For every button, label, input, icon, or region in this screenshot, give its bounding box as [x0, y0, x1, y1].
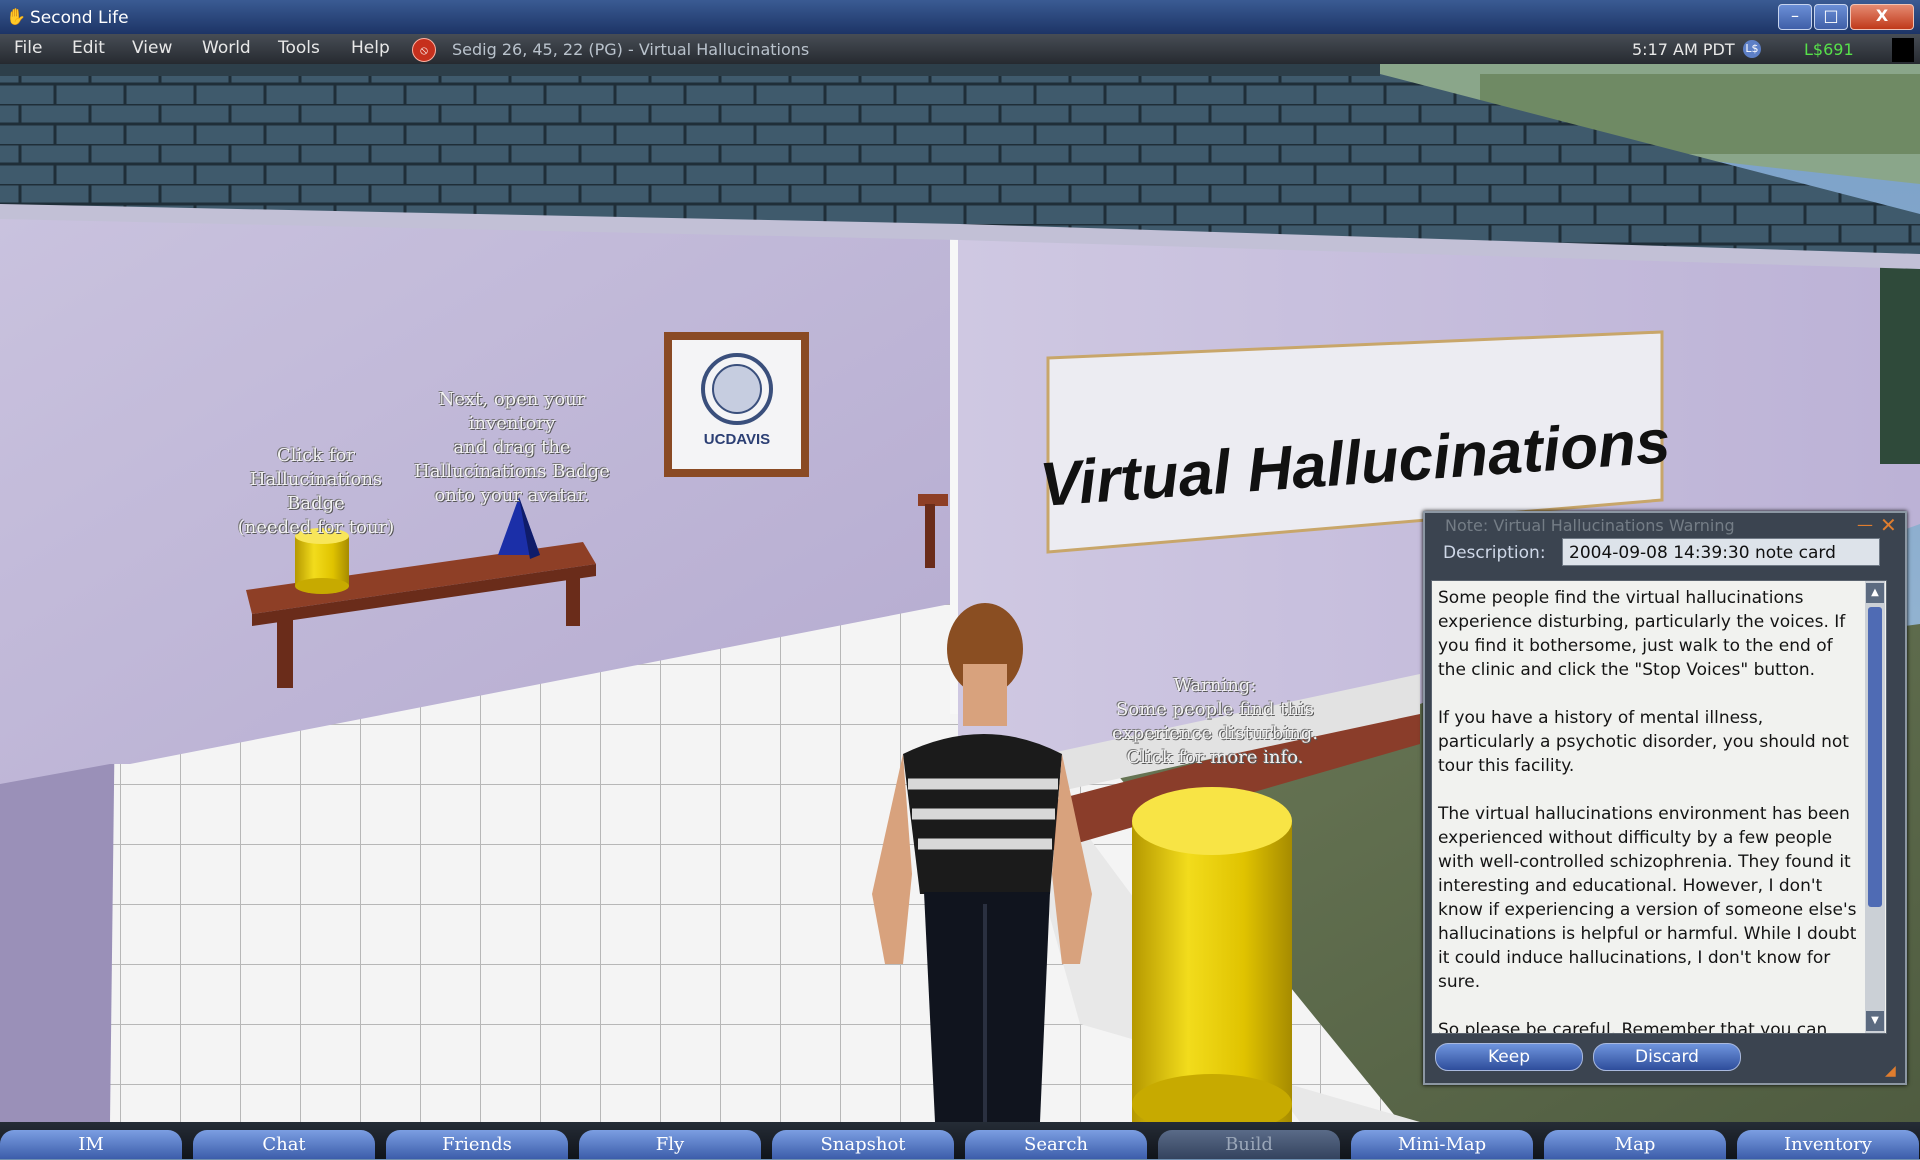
balance-text: L$691 [1804, 40, 1854, 59]
scroll-thumb[interactable] [1868, 607, 1882, 907]
inventory-button[interactable]: Inventory [1737, 1130, 1919, 1159]
title-bar[interactable]: ✋ Second Life – □ X [0, 0, 1920, 34]
build-button[interactable]: Build [1158, 1130, 1340, 1159]
menu-bar: File Edit View World Tools Help ⦸ Sedig … [0, 34, 1920, 64]
close-icon[interactable]: ✕ [1880, 513, 1897, 537]
mini-map-button[interactable]: Mini-Map [1351, 1130, 1533, 1159]
menu-world[interactable]: World [202, 38, 251, 58]
menu-tools[interactable]: Tools [278, 38, 320, 58]
search-button[interactable]: Search [965, 1130, 1147, 1159]
notecard-title: Note: Virtual Hallucinations Warning [1445, 516, 1735, 535]
description-label: Description: [1443, 543, 1546, 563]
maximize-button[interactable]: □ [1814, 4, 1848, 30]
badge-hover-text: Click for Hallucinations Badge (needed f… [237, 445, 395, 538]
keep-button[interactable]: Keep [1435, 1043, 1583, 1071]
close-button[interactable]: X [1850, 4, 1914, 30]
bottom-toolbar: IM Chat Friends Fly Snapshot Search Buil… [0, 1122, 1920, 1159]
discard-button[interactable]: Discard [1593, 1043, 1741, 1071]
notecard-scrollbar[interactable]: ▲ ▼ [1865, 581, 1885, 1033]
minimize-icon[interactable]: — [1857, 515, 1873, 534]
description-field[interactable]: 2004-09-08 14:39:30 note card [1562, 538, 1880, 566]
warning-hover-text: Warning: Some people find this experienc… [1111, 675, 1319, 768]
im-button[interactable]: IM [0, 1130, 182, 1159]
bandwidth-meter-icon[interactable] [1892, 38, 1914, 62]
ucdavis-logo-text: UCDAVIS [704, 431, 770, 448]
scroll-up-icon[interactable]: ▲ [1866, 583, 1884, 603]
notecard-window[interactable]: Note: Virtual Hallucinations Warning — ✕… [1423, 511, 1907, 1085]
menu-view[interactable]: View [132, 38, 172, 58]
buy-currency-icon[interactable]: L$ [1743, 40, 1761, 58]
window-title: Second Life [30, 8, 129, 28]
clock-text: 5:17 AM PDT [1632, 40, 1735, 59]
no-build-icon[interactable]: ⦸ [412, 38, 436, 62]
notecard-body[interactable]: Some people find the virtual hallucinati… [1431, 580, 1887, 1034]
scroll-down-icon[interactable]: ▼ [1866, 1011, 1884, 1031]
inventory-hover-text: Next, open your inventory and drag the H… [414, 389, 610, 506]
notecard-text[interactable]: Some people find the virtual hallucinati… [1438, 586, 1858, 1033]
chat-button[interactable]: Chat [193, 1130, 375, 1159]
snapshot-button[interactable]: Snapshot [772, 1130, 954, 1159]
minimize-button[interactable]: – [1778, 4, 1812, 30]
location-text[interactable]: Sedig 26, 45, 22 (PG) - Virtual Hallucin… [452, 40, 809, 59]
map-button[interactable]: Map [1544, 1130, 1726, 1159]
warning-object[interactable] [1132, 787, 1292, 1122]
second-life-hand-icon: ✋ [6, 7, 26, 26]
menu-file[interactable]: File [14, 38, 42, 58]
friends-button[interactable]: Friends [386, 1130, 568, 1159]
resize-handle-icon[interactable]: ◢ [1885, 1063, 1896, 1079]
menu-help[interactable]: Help [351, 38, 390, 58]
fly-button[interactable]: Fly [579, 1130, 761, 1159]
menu-edit[interactable]: Edit [72, 38, 105, 58]
